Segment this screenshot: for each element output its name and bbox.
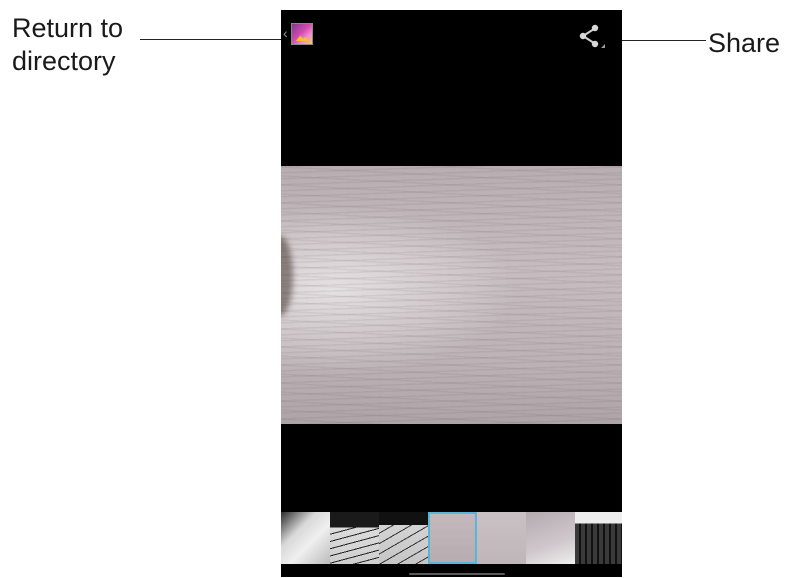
return-to-directory-callout: Return to directory bbox=[12, 12, 123, 78]
thumbnail-2[interactable] bbox=[330, 512, 379, 564]
finger-shadow bbox=[281, 236, 293, 316]
share-button[interactable] bbox=[575, 20, 611, 54]
gallery-app-icon bbox=[291, 23, 313, 45]
thumbnail-4-selected[interactable] bbox=[428, 512, 477, 564]
return-callout-leader-line bbox=[140, 39, 288, 40]
return-callout-line2: directory bbox=[12, 46, 116, 76]
action-bar: ‹ bbox=[281, 10, 622, 60]
thumbnail-filmstrip[interactable] bbox=[281, 512, 622, 564]
thumbnail-1[interactable] bbox=[281, 512, 330, 564]
photo-preview[interactable] bbox=[281, 166, 622, 424]
chevron-left-icon: ‹ bbox=[283, 25, 288, 41]
thumbnail-5[interactable] bbox=[477, 512, 526, 564]
return-to-directory-button[interactable]: ‹ bbox=[283, 20, 327, 50]
return-callout-line1: Return to bbox=[12, 13, 124, 43]
phone-screen: ‹ bbox=[281, 10, 622, 577]
thumbnail-6[interactable] bbox=[526, 512, 575, 564]
thumbnail-7[interactable] bbox=[575, 512, 622, 564]
filmstrip-scroll-indicator[interactable] bbox=[409, 573, 505, 575]
thumbnail-3[interactable] bbox=[379, 512, 428, 564]
share-callout: Share bbox=[708, 28, 781, 58]
share-icon bbox=[579, 24, 605, 48]
